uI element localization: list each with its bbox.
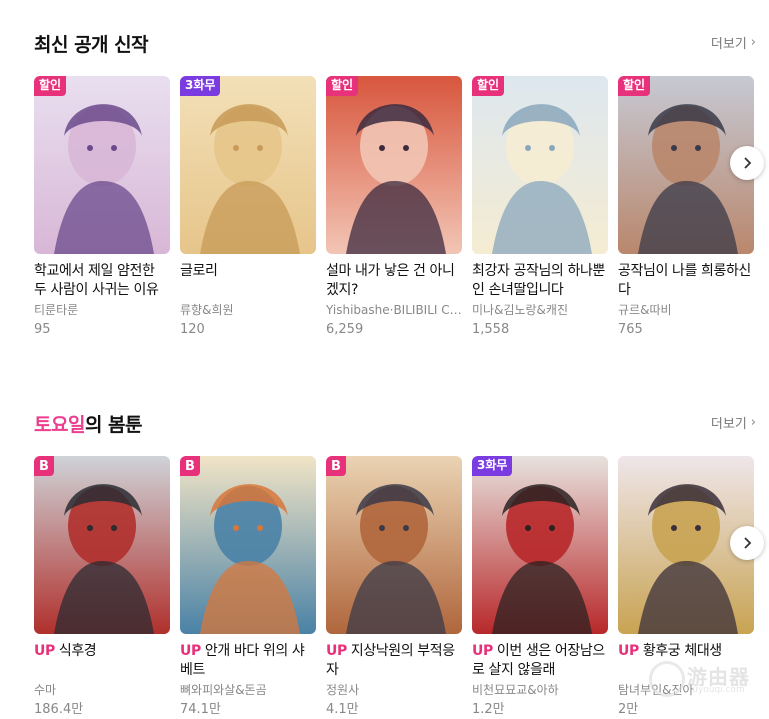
cover-image[interactable]: 3화무 <box>180 76 316 254</box>
section-new-releases: 최신 공개 신작 더보기 › 할인학교에서 제일 얌전한 두 사람이 사귀는 이… <box>34 0 764 360</box>
webtoon-card[interactable]: 할인학교에서 제일 얌전한 두 사람이 사귀는 이유티룬타룬 95 <box>34 76 170 340</box>
cover-image[interactable]: 할인 <box>34 76 170 254</box>
up-badge: UP <box>618 643 639 659</box>
cover-image[interactable]: 할인 <box>326 76 462 254</box>
webtoon-card[interactable]: 할인최강자 공작님의 하나뿐인 손녀딸입니다미나&김노랑&캐진 1,558 <box>472 76 608 340</box>
webtoon-card[interactable]: B UP 지상낙원의 부적응자정원사 4.1만 <box>326 456 462 719</box>
section-title-accent: 토요일 <box>34 414 85 436</box>
section-title: 최신 공개 신작 <box>34 34 149 56</box>
card-title[interactable]: 최강자 공작님의 하나뿐인 손녀딸입니다 <box>472 262 608 300</box>
webtoon-card[interactable]: 3화무 UP 이번 생은 어장남으로 살지 않을래비천묘묘교&아하 1.2만 <box>472 456 608 719</box>
card-author: 규르&따비 <box>618 303 672 317</box>
up-badge: UP <box>34 643 55 659</box>
card-author: Yishibashe·BILIBILI Comics <box>326 303 462 317</box>
more-label: 더보기 <box>710 417 747 432</box>
sale-badge: 할인 <box>326 76 359 96</box>
free-episodes-badge: 3화무 <box>180 76 221 96</box>
more-label: 더보기 <box>710 37 747 52</box>
card-title-text: 설마 내가 낳은 건 아니겠지? <box>326 263 455 298</box>
card-author: 뼈와피와살&돈곰 <box>180 683 267 697</box>
card-row: 할인학교에서 제일 얌전한 두 사람이 사귀는 이유티룬타룬 95 3화무글로리류향… <box>34 76 769 346</box>
card-title[interactable]: 학교에서 제일 얌전한 두 사람이 사귀는 이유 <box>34 262 170 300</box>
card-author: 정원사 <box>326 683 360 697</box>
card-view-count: 95 <box>34 322 51 337</box>
card-author: 비천묘묘교&아하 <box>472 683 559 697</box>
card-view-count: 6,259 <box>326 322 364 337</box>
bomtoon-b-badge: B <box>34 456 54 476</box>
watermark-logo: 游由器 fuyouqi.com <box>645 657 755 705</box>
card-title-text: 학교에서 제일 얌전한 두 사람이 사귀는 이유 <box>34 263 159 298</box>
more-link[interactable]: 더보기 › <box>711 413 756 432</box>
chevron-right-icon <box>744 537 752 549</box>
card-view-count: 74.1만 <box>180 702 221 717</box>
sale-badge: 할인 <box>472 76 505 96</box>
card-title-text: 식후경 <box>58 643 97 659</box>
card-author: 티룬타룬 <box>34 303 79 317</box>
free-episodes-badge: 3화무 <box>472 456 513 476</box>
card-view-count: 1.2만 <box>472 702 505 717</box>
webtoon-card[interactable]: 할인공작님이 나를 희롱하신다규르&따비 765 <box>618 76 754 340</box>
card-title[interactable]: UP 식후경 <box>34 642 170 680</box>
cover-image[interactable]: B <box>180 456 316 634</box>
webtoon-card[interactable]: 할인설마 내가 낳은 건 아니겠지? Yishibashe·BILIBILI Co… <box>326 76 462 340</box>
card-title-text: 글로리 <box>180 263 218 279</box>
next-button[interactable] <box>730 146 764 180</box>
bomtoon-b-badge: B <box>180 456 200 476</box>
card-author: 수마 <box>34 683 57 697</box>
card-title[interactable]: 공작님이 나를 희롱하신다 <box>618 262 754 300</box>
up-badge: UP <box>180 643 201 659</box>
card-author: 미나&김노랑&캐진 <box>472 303 568 317</box>
webtoon-card[interactable]: B UP 식후경수마 186.4만 <box>34 456 170 719</box>
section-title: 토요일의 봄툰 <box>34 410 143 437</box>
chevron-right-icon <box>744 157 752 169</box>
chevron-right-icon: › <box>750 35 756 50</box>
webtoon-card[interactable]: B UP 안개 바다 위의 샤베트뼈와피와살&돈곰 74.1만 <box>180 456 316 719</box>
next-button[interactable] <box>730 526 764 560</box>
card-title[interactable]: UP 지상낙원의 부적응자 <box>326 642 462 680</box>
card-author: 류향&희원 <box>180 303 234 317</box>
section-title-rest: 의 봄툰 <box>84 414 143 436</box>
cover-image[interactable]: B <box>326 456 462 634</box>
bomtoon-b-badge: B <box>326 456 346 476</box>
card-title-text: 최강자 공작님의 하나뿐인 손녀딸입니다 <box>472 263 605 298</box>
card-title-text: 공작님이 나를 희롱하신다 <box>618 263 751 298</box>
up-badge: UP <box>472 643 493 659</box>
cover-image[interactable]: 3화무 <box>472 456 608 634</box>
webtoon-card[interactable]: 3화무글로리류향&희원 120 <box>180 76 316 340</box>
card-title[interactable]: 글로리 <box>180 262 316 300</box>
up-badge: UP <box>326 643 347 659</box>
section-header: 토요일의 봄툰 더보기 › <box>34 408 756 438</box>
sale-badge: 할인 <box>618 76 651 96</box>
card-view-count: 765 <box>618 322 643 337</box>
card-title[interactable]: UP 이번 생은 어장남으로 살지 않을래 <box>472 642 608 680</box>
card-view-count: 186.4만 <box>34 702 84 717</box>
card-view-count: 4.1만 <box>326 702 359 717</box>
cover-image[interactable]: 할인 <box>472 76 608 254</box>
card-title[interactable]: 설마 내가 낳은 건 아니겠지? <box>326 262 462 300</box>
card-view-count: 1,558 <box>472 322 510 337</box>
cover-image[interactable]: B <box>34 456 170 634</box>
section-header: 최신 공개 신작 더보기 › <box>34 28 756 58</box>
card-title[interactable]: UP 안개 바다 위의 샤베트 <box>180 642 316 680</box>
card-view-count: 120 <box>180 322 205 337</box>
chevron-right-icon: › <box>750 415 756 430</box>
sale-badge: 할인 <box>34 76 67 96</box>
more-link[interactable]: 더보기 › <box>711 33 756 52</box>
